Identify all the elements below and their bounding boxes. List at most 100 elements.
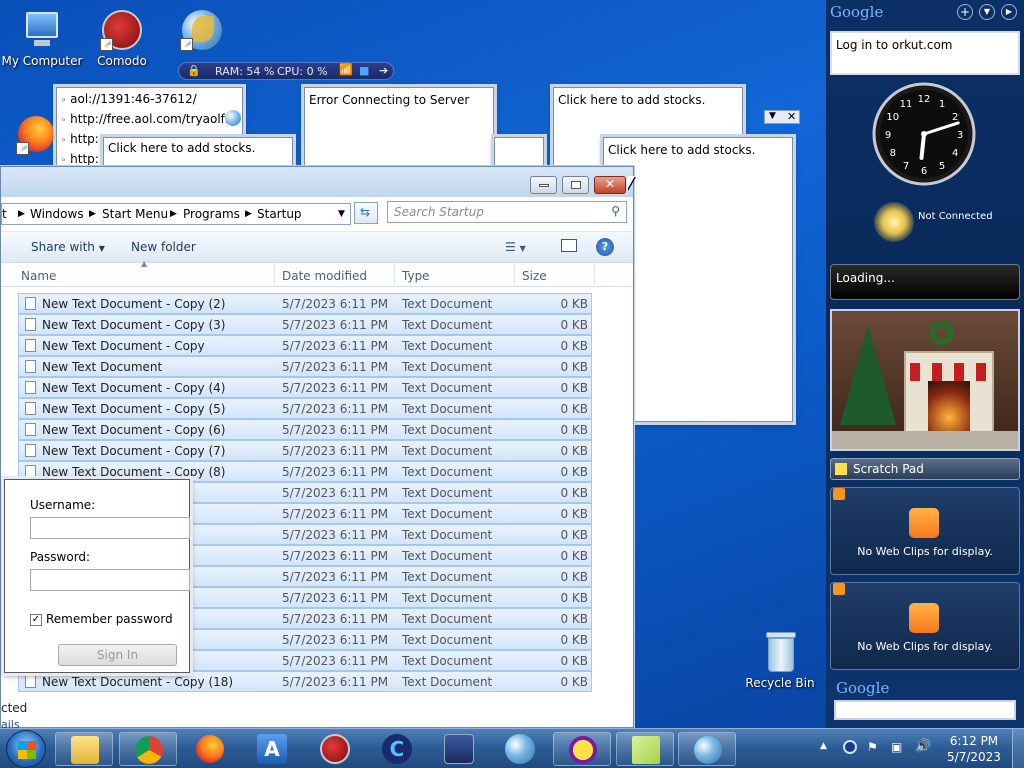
desktop-icon-globe[interactable]: ↗ (160, 8, 244, 54)
taskbar-explorer[interactable] (55, 732, 113, 766)
minimize-button[interactable] (530, 176, 557, 194)
file-type: Text Document (402, 360, 493, 374)
network-icon[interactable]: ▣ (891, 740, 902, 754)
arrow-right-icon[interactable]: ➔ (379, 64, 388, 77)
breadcrumb-3[interactable]: Programs (183, 207, 240, 221)
volume-icon[interactable]: 🔊 (915, 739, 931, 754)
file-type: Text Document (402, 339, 493, 353)
password-field[interactable] (30, 569, 190, 591)
table-row[interactable]: New Text Document - Copy 5/7/2023 6:11 PM… (18, 335, 592, 356)
remember-checkbox[interactable]: ✓ (30, 614, 42, 626)
table-row[interactable]: New Text Document - Copy (6) 5/7/2023 6:1… (18, 419, 592, 440)
taskbar-comodo[interactable] (320, 734, 350, 764)
text-file-icon (25, 339, 36, 352)
error-popup[interactable]: Error Connecting to Server (304, 87, 494, 167)
file-name: New Text Document - Copy (7) (42, 444, 226, 458)
preview-pane-icon[interactable] (561, 239, 577, 252)
dropdown-icon[interactable]: ▼ (769, 111, 776, 121)
taskbar-app-window[interactable] (444, 734, 474, 764)
aol-item-0[interactable]: ◦ aol://1391:46-37612/ (61, 92, 197, 106)
desktop-icon-firefox[interactable]: ↗ (0, 112, 56, 158)
table-row[interactable]: New Text Document - Copy (5) 5/7/2023 6:1… (18, 398, 592, 419)
start-button[interactable] (6, 730, 46, 768)
mouse-cursor-icon (627, 176, 635, 190)
add-gadget-icon[interactable]: + (957, 4, 973, 20)
breadcrumb-0[interactable]: t (2, 207, 7, 221)
taskbar-globe[interactable] (505, 734, 535, 764)
google-search-input[interactable] (834, 700, 1016, 720)
file-size: 0 KB (560, 465, 588, 479)
orkut-gadget[interactable]: Log in to orkut.com (830, 31, 1020, 75)
table-row[interactable]: New Text Document - Copy (3) 5/7/2023 6:1… (18, 314, 592, 335)
file-type: Text Document (402, 444, 493, 458)
web-clips-gadget[interactable]: No Web Clips for display. (830, 582, 1020, 670)
table-row[interactable]: New Text Document - Copy (7) 5/7/2023 6:1… (18, 440, 592, 461)
new-folder-button[interactable]: New folder (131, 240, 196, 254)
action-center-icon[interactable]: ⚑ (867, 740, 878, 754)
chevron-right-icon: ▶ (18, 209, 25, 219)
view-options-icon[interactable]: ☰ ▼ (505, 240, 526, 254)
desktop-icon-recycle-bin[interactable]: Recycle Bin (738, 630, 822, 690)
system-monitor-bar[interactable]: 🔒 RAM: 54 % CPU: 0 % 📶 ■ ➔ (178, 62, 394, 80)
file-date: 5/7/2023 6:11 PM (282, 612, 389, 626)
column-name[interactable]: Name (21, 269, 56, 283)
share-with-button[interactable]: Share with ▼ (31, 240, 105, 254)
taskbar-yahoo[interactable] (553, 732, 611, 766)
breadcrumb-1[interactable]: Windows (30, 207, 84, 221)
show-hidden-icons[interactable]: ▲ (820, 741, 827, 751)
table-row[interactable]: New Text Document 5/7/2023 6:11 PM Text Do… (18, 356, 592, 377)
search-input[interactable]: Search Startup ⚲ (387, 201, 627, 223)
windows-logo-icon (18, 741, 36, 759)
comodo-dragon-icon: ↗ (100, 8, 144, 52)
file-size: 0 KB (560, 528, 588, 542)
taskbar-chrome[interactable] (119, 732, 177, 766)
aol-item-1[interactable]: ◦ http://free.aol.com/tryaolfr... (61, 112, 240, 126)
stocks-popup[interactable]: Click here to add stocks. (103, 137, 293, 167)
chevron-down-icon[interactable]: ▼ (338, 209, 345, 219)
slideshow-gadget[interactable] (830, 309, 1020, 451)
taskbar-a-app[interactable]: A (257, 734, 287, 764)
taskbar: A C ▲ ⚑ ▣ 🔊 6:12 PM 5/7/2023 (0, 728, 1024, 768)
file-date: 5/7/2023 6:11 PM (282, 297, 389, 311)
file-size: 0 KB (560, 360, 588, 374)
breadcrumb-2[interactable]: Start Menu (102, 207, 168, 221)
column-date[interactable]: Date modified (282, 269, 367, 283)
refresh-button[interactable]: ⇆ (354, 202, 378, 224)
file-date: 5/7/2023 6:11 PM (282, 339, 389, 353)
desktop-icon-comodo-dragon[interactable]: ↗ Comodo Dragon (80, 8, 164, 68)
table-row[interactable]: New Text Document - Copy (4) 5/7/2023 6:1… (18, 377, 592, 398)
scratch-pad-gadget[interactable]: Scratch Pad (830, 458, 1020, 480)
close-button[interactable]: ✕ (594, 176, 626, 194)
address-bar[interactable]: t ▶ Windows ▶ Start Menu ▶ Programs ▶ St… (1, 203, 351, 225)
taskbar-notes[interactable] (616, 732, 674, 766)
username-field[interactable] (30, 517, 190, 539)
next-icon[interactable]: ▶ (1001, 4, 1017, 20)
search-icon[interactable]: ⚲ (611, 204, 620, 218)
table-row[interactable]: New Text Document - Copy (18) 5/7/2023 6:… (18, 671, 592, 692)
aol-item-2[interactable]: ◦ http: (61, 132, 99, 146)
rss-icon (833, 488, 845, 500)
help-icon[interactable]: ? (596, 238, 614, 256)
column-size[interactable]: Size (522, 269, 547, 283)
aol-item-3[interactable]: ◦ http: (61, 152, 99, 166)
taskbar-ccleaner[interactable]: C (382, 734, 412, 764)
close-icon[interactable]: ✕ (787, 110, 796, 123)
tray-clock[interactable]: 6:12 PM 5/7/2023 (944, 733, 1004, 765)
file-size: 0 KB (560, 654, 588, 668)
show-desktop-button[interactable] (1012, 729, 1024, 768)
tray-app-icon[interactable] (843, 740, 857, 754)
maximize-button[interactable] (562, 176, 589, 194)
desktop-icon-my-computer[interactable]: My Computer (0, 8, 84, 68)
title-bar[interactable]: ✕ (1, 167, 633, 197)
options-icon[interactable]: ▼ (979, 4, 995, 20)
table-row[interactable]: New Text Document - Copy (2) 5/7/2023 6:1… (18, 293, 592, 314)
login-dialog[interactable]: Username: Password: ✓ Remember password … (4, 479, 190, 673)
taskbar-firefox[interactable] (196, 735, 224, 763)
sign-in-button[interactable]: Sign In (58, 644, 177, 666)
breadcrumb-4[interactable]: Startup (257, 207, 302, 221)
text-file-icon (25, 381, 36, 394)
chevron-right-icon: ▶ (170, 209, 177, 219)
web-clips-gadget[interactable]: No Web Clips for display. (830, 487, 1020, 575)
column-type[interactable]: Type (402, 269, 430, 283)
taskbar-globe-2[interactable] (678, 732, 736, 766)
